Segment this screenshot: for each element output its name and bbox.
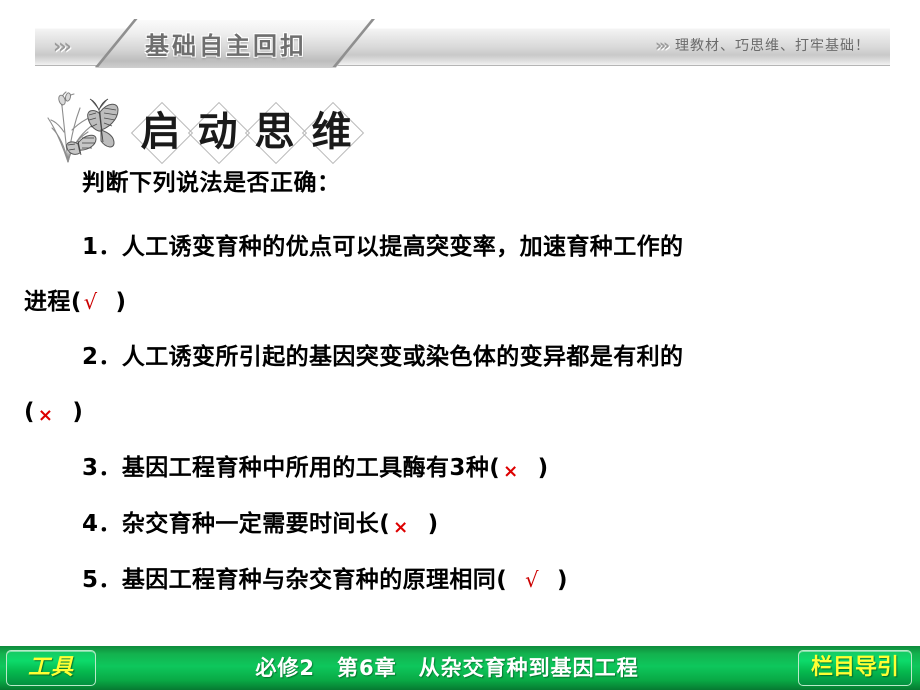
question-item-5: 5．基因工程育种与杂交育种的原理相同( √) (24, 553, 904, 608)
paren-open-4: ( (379, 511, 391, 537)
section-title: 基础自主回扣 (145, 32, 307, 60)
footer-chapter-title: 必修2 第6章 从杂交育种到基因工程 (255, 656, 639, 680)
paren-open-1: ( (70, 289, 82, 315)
heading-char-3: 思 (246, 103, 303, 160)
answer-mark-4: × (393, 517, 409, 538)
paren-close-3: ) (537, 455, 549, 481)
chevron-right-triple-icon: ››› (53, 34, 72, 58)
question-2-number: 2． (82, 344, 122, 370)
question-item-2: 2．人工诱变所引起的基因突变或染色体的变异都是有利的 (24, 330, 904, 385)
heading-char-4: 维 (303, 103, 360, 160)
paren-close-1: ) (115, 289, 127, 315)
heading-char-2-label: 动 (197, 108, 238, 155)
heading-row: 启 动 思 维 (38, 84, 360, 164)
question-prompt: 判断下列说法是否正确： (82, 170, 341, 196)
tool-button[interactable]: 工具 (6, 650, 96, 686)
question-1-number: 1． (82, 234, 122, 260)
heading-char-2: 动 (189, 103, 246, 160)
question-5-text: 基因工程育种与杂交育种的原理相同 (121, 567, 497, 593)
paren-close-4: ) (427, 511, 439, 537)
question-1-text-cont: 进程 (24, 289, 71, 315)
question-3-text: 基因工程育种中所用的工具酶有3种 (121, 455, 490, 481)
question-item-4: 4．杂交育种一定需要时间长(×) (24, 497, 904, 553)
nav-guide-button[interactable]: 栏目导引 (798, 650, 912, 686)
banner-tagline-group: ››› 理教材、巧思维、打牢基础！ (655, 36, 870, 56)
paren-close-5: ) (556, 567, 568, 593)
question-5-number: 5． (82, 567, 122, 593)
question-3-number: 3． (82, 455, 122, 481)
question-item-1-continuation: 进程(√) (24, 275, 904, 330)
answer-mark-5: √ (525, 568, 539, 592)
tool-button-label: 工具 (27, 655, 74, 680)
banner-tagline: 理教材、巧思维、打牢基础！ (675, 38, 870, 54)
answer-mark-3: × (503, 461, 519, 482)
paren-open-2: ( (24, 399, 35, 425)
question-1-text: 人工诱变育种的优点可以提高突变率，加速育种工作的 (121, 234, 684, 260)
heading-char-1: 启 (132, 103, 189, 160)
heading-char-1-label: 启 (140, 108, 181, 155)
butterfly-grass-icon (38, 86, 130, 164)
content-body: 判断下列说法是否正确： 1．人工诱变育种的优点可以提高突变率，加速育种工作的 进… (24, 166, 904, 608)
chevron-right-triple-icon-secondary: ››› (654, 36, 670, 56)
section-banner: ››› 基础自主回扣 ››› 理教材、巧思维、打牢基础！ (35, 19, 890, 68)
nav-guide-button-label: 栏目导引 (810, 655, 899, 680)
heading-title: 启 动 思 维 (132, 103, 360, 160)
answer-mark-2: × (37, 405, 54, 426)
heading-char-4-label: 维 (311, 108, 352, 155)
question-4-number: 4． (82, 511, 122, 537)
question-item-3: 3．基因工程育种中所用的工具酶有3种(×) (24, 441, 904, 497)
question-2-text: 人工诱变所引起的基因突变或染色体的变异都是有利的 (121, 344, 684, 370)
paren-open-3: ( (489, 455, 501, 481)
footer-bar: 工具 必修2 第6章 从杂交育种到基因工程 栏目导引 (0, 646, 920, 690)
question-item-2-continuation: (×) (24, 385, 904, 441)
answer-mark-1: √ (83, 290, 98, 314)
paren-open-5: ( (496, 567, 508, 593)
question-4-text: 杂交育种一定需要时间长 (121, 511, 380, 537)
question-item-1: 1．人工诱变育种的优点可以提高突变率，加速育种工作的 (24, 220, 904, 275)
heading-char-3-label: 思 (254, 108, 295, 155)
paren-close-2: ) (72, 399, 84, 425)
